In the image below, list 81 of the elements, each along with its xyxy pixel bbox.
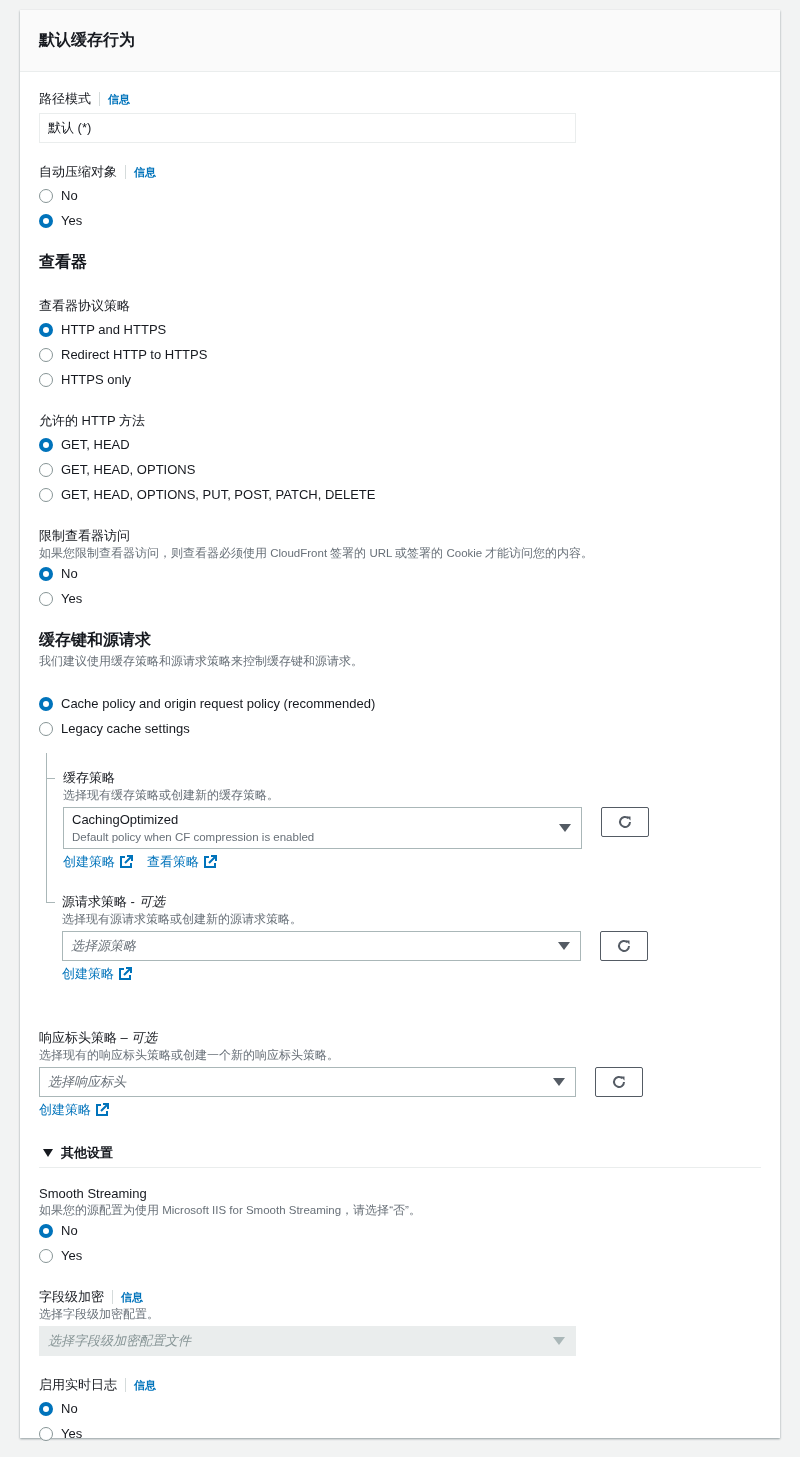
radio-label[interactable]: GET, HEAD, OPTIONS, PUT, POST, PATCH, DELETE xyxy=(61,487,376,502)
field-label: 限制查看器访问 xyxy=(39,527,130,545)
path-pattern-field[interactable]: 默认 (*) xyxy=(39,113,576,143)
radio-button[interactable] xyxy=(39,462,53,477)
radio-label[interactable]: Yes xyxy=(61,213,83,228)
radio-label[interactable]: HTTPS only xyxy=(61,372,132,387)
radio-button[interactable] xyxy=(39,188,53,203)
radio-label[interactable]: Yes xyxy=(61,1248,83,1263)
external-link[interactable]: 创建策略 xyxy=(63,853,133,871)
panel-title: 默认缓存行为 xyxy=(39,30,135,50)
radio-button[interactable] xyxy=(39,1248,53,1263)
radio-label[interactable]: No xyxy=(61,188,78,203)
field-description: 选择现有缓存策略或创建新的缓存策略。 xyxy=(63,788,280,803)
external-link[interactable]: 创建策略 xyxy=(39,1101,109,1119)
info-link[interactable]: 信息 xyxy=(108,91,130,107)
radio-button[interactable] xyxy=(39,1223,53,1238)
external-link-icon xyxy=(95,1103,109,1117)
field-description: 如果您的源配置为使用 Microsoft IIS for Smooth Streaming，请选择“否”。 xyxy=(39,1203,422,1218)
external-link-icon xyxy=(118,967,132,981)
radio-label[interactable]: GET, HEAD, OPTIONS xyxy=(61,462,196,477)
triangle-icon xyxy=(43,1148,53,1158)
caret-icon xyxy=(553,1337,565,1345)
radio-label[interactable]: HTTP and HTTPS xyxy=(61,322,167,337)
info-link[interactable]: 信息 xyxy=(134,1377,156,1393)
field-label: 响应标头策略 – 可选 xyxy=(39,1029,158,1047)
radio-label[interactable]: No xyxy=(61,1223,78,1238)
field-label: 允许的 HTTP 方法 xyxy=(39,412,145,430)
radio-button[interactable] xyxy=(39,437,53,452)
field-label: 缓存策略 xyxy=(63,769,115,787)
select-field[interactable]: 选择源策略 xyxy=(62,931,581,961)
refresh-button[interactable] xyxy=(601,807,649,837)
radio-label[interactable]: Redirect HTTP to HTTPS xyxy=(61,347,208,362)
radio-button[interactable] xyxy=(39,721,53,736)
field-label: 路径模式 xyxy=(39,90,91,108)
caret-icon xyxy=(559,824,571,832)
external-link[interactable]: 查看策略 xyxy=(147,853,217,871)
radio-label[interactable]: Cache policy and origin request policy (recommended) xyxy=(61,696,376,711)
field-label: 自动压缩对象 xyxy=(39,163,117,181)
select-field[interactable]: 选择响应标头 xyxy=(39,1067,576,1097)
field-description: 选择现有的响应标头策略或创建一个新的响应标头策略。 xyxy=(39,1048,340,1063)
radio-button[interactable] xyxy=(39,347,53,362)
field-label: 启用实时日志 xyxy=(39,1376,117,1394)
radio-button[interactable] xyxy=(39,696,53,711)
field-label: 查看器协议策略 xyxy=(39,297,130,315)
caret-icon xyxy=(558,942,570,950)
select-field[interactable]: CachingOptimized Default policy when CF compression is enabled xyxy=(63,807,582,849)
field-description: 如果您限制查看器访问，则查看器必须使用 CloudFront 签署的 URL 或签署的 Cookie 才能访问您的内容。 xyxy=(39,546,595,561)
section-heading: 缓存键和源请求 xyxy=(39,630,152,650)
radio-button[interactable] xyxy=(39,1426,53,1441)
radio-button[interactable] xyxy=(39,591,53,606)
radio-button[interactable] xyxy=(39,213,53,228)
radio-button[interactable] xyxy=(39,487,53,502)
refresh-icon xyxy=(617,814,633,830)
radio-button[interactable] xyxy=(39,322,53,337)
refresh-button[interactable] xyxy=(595,1067,643,1097)
refresh-icon xyxy=(616,938,632,954)
field-label: 字段级加密 xyxy=(39,1288,104,1306)
field-description: 选择字段级加密配置。 xyxy=(39,1307,160,1322)
section-description: 我们建议使用缓存策略和源请求策略来控制缓存键和源请求。 xyxy=(39,654,364,669)
info-link[interactable]: 信息 xyxy=(121,1289,143,1305)
expander-toggle[interactable]: 其他设置 xyxy=(39,1143,113,1163)
field-label: 源请求策略 - 可选 xyxy=(62,893,165,911)
caret-icon xyxy=(553,1078,565,1086)
refresh-icon xyxy=(611,1074,627,1090)
radio-button[interactable] xyxy=(39,566,53,581)
radio-label[interactable]: Yes xyxy=(61,1426,83,1441)
field-description: 选择现有源请求策略或创建新的源请求策略。 xyxy=(62,912,303,927)
radio-label[interactable]: GET, HEAD xyxy=(61,437,130,452)
refresh-button[interactable] xyxy=(600,931,648,961)
radio-label[interactable]: No xyxy=(61,566,78,581)
section-heading: 查看器 xyxy=(39,252,88,272)
radio-label[interactable]: Legacy cache settings xyxy=(61,721,190,736)
external-link-icon xyxy=(119,855,133,869)
external-link[interactable]: 创建策略 xyxy=(62,965,132,983)
info-link[interactable]: 信息 xyxy=(134,164,156,180)
external-link-icon xyxy=(203,855,217,869)
radio-button[interactable] xyxy=(39,372,53,387)
field-label: Smooth Streaming xyxy=(39,1185,147,1201)
radio-label[interactable]: No xyxy=(61,1401,78,1416)
radio-label[interactable]: Yes xyxy=(61,591,83,606)
radio-button[interactable] xyxy=(39,1401,53,1416)
